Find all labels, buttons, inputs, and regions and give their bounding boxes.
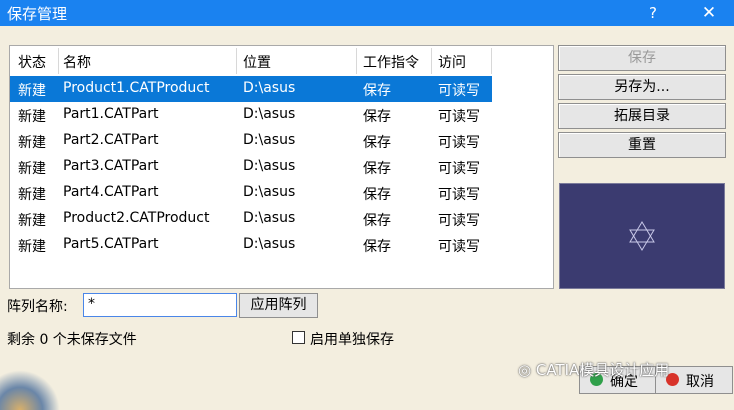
table-row[interactable]: 新建 Part5.CATPart D:\asus 保存 可读写 — [10, 232, 492, 258]
cell-status: 新建 — [18, 239, 46, 255]
cell-name: Product2.CATProduct — [63, 210, 210, 226]
cell-access: 可读写 — [438, 109, 480, 125]
axis-star-icon — [629, 221, 655, 251]
cell-status: 新建 — [18, 135, 46, 151]
table-row[interactable]: 新建 Part2.CATPart D:\asus 保存 可读写 — [10, 128, 492, 154]
wechat-icon: ◎ — [518, 361, 536, 379]
column-divider[interactable] — [491, 48, 492, 74]
cell-command: 保存 — [363, 109, 391, 125]
cell-name: Part1.CATPart — [63, 106, 159, 122]
header-access[interactable]: 访问 — [438, 52, 466, 72]
cancel-label: 取消 — [686, 374, 714, 390]
unsaved-count-text: 剩余 0 个未保存文件 — [7, 332, 137, 348]
standalone-save-label[interactable]: 启用单独保存 — [310, 329, 394, 349]
array-name-field[interactable] — [83, 293, 237, 317]
cell-name: Product1.CATProduct — [63, 80, 210, 96]
cell-access: 可读写 — [438, 213, 480, 229]
table-header: 状态 名称 位置 工作指令 访问 — [10, 48, 492, 74]
cell-location: D:\asus — [243, 80, 296, 96]
watermark-text: CATIA模具设计应用 — [535, 361, 670, 379]
cell-command: 保存 — [363, 83, 391, 99]
cell-location: D:\asus — [243, 184, 296, 200]
header-location[interactable]: 位置 — [243, 52, 271, 72]
cell-location: D:\asus — [243, 158, 296, 174]
cell-name: Part4.CATPart — [63, 184, 159, 200]
cell-status: 新建 — [18, 187, 46, 203]
header-name[interactable]: 名称 — [63, 52, 91, 72]
title-bar: 保存管理 ? ✕ — [0, 0, 734, 26]
cell-access: 可读写 — [438, 83, 480, 99]
column-divider[interactable] — [431, 48, 432, 74]
column-divider[interactable] — [356, 48, 357, 74]
watermark: ◎ CATIA模具设计应用 — [518, 359, 669, 380]
cell-status: 新建 — [18, 109, 46, 125]
cell-access: 可读写 — [438, 239, 480, 255]
header-command[interactable]: 工作指令 — [363, 52, 419, 72]
column-divider[interactable] — [236, 48, 237, 74]
cell-location: D:\asus — [243, 210, 296, 226]
cell-name: Part5.CATPart — [63, 236, 159, 252]
table-row[interactable]: 新建 Product2.CATProduct D:\asus 保存 可读写 — [10, 206, 492, 232]
save-as-button[interactable]: 另存为... — [558, 74, 726, 100]
cell-location: D:\asus — [243, 106, 296, 122]
table-row[interactable]: 新建 Part4.CATPart D:\asus 保存 可读写 — [10, 180, 492, 206]
cell-command: 保存 — [363, 161, 391, 177]
cell-status: 新建 — [18, 213, 46, 229]
preview-pane — [559, 183, 725, 289]
array-name-input[interactable] — [84, 294, 232, 314]
save-button[interactable]: 保存 — [558, 45, 726, 71]
cell-access: 可读写 — [438, 161, 480, 177]
cell-location: D:\asus — [243, 132, 296, 148]
window-title: 保存管理 — [7, 5, 68, 23]
table-row[interactable]: 新建 Part1.CATPart D:\asus 保存 可读写 — [10, 102, 492, 128]
expand-directory-button[interactable]: 拓展目录 — [558, 103, 726, 129]
standalone-save-checkbox[interactable] — [292, 331, 305, 344]
cell-status: 新建 — [18, 83, 46, 99]
cell-name: Part3.CATPart — [63, 158, 159, 174]
cell-access: 可读写 — [438, 135, 480, 151]
apply-array-button[interactable]: 应用阵列 — [239, 293, 318, 318]
array-name-label: 阵列名称: — [7, 299, 68, 315]
cell-access: 可读写 — [438, 187, 480, 203]
help-button[interactable]: ? — [642, 2, 664, 24]
header-status[interactable]: 状态 — [18, 52, 46, 72]
reset-button[interactable]: 重置 — [558, 132, 726, 158]
cell-status: 新建 — [18, 161, 46, 177]
cell-command: 保存 — [363, 213, 391, 229]
table-row[interactable]: 新建 Product1.CATProduct D:\asus 保存 可读写 — [10, 76, 492, 102]
file-list[interactable]: 状态 名称 位置 工作指令 访问 新建 Product1.CATProduct D:… — [9, 45, 554, 289]
cell-location: D:\asus — [243, 236, 296, 252]
cell-command: 保存 — [363, 239, 391, 255]
cell-command: 保存 — [363, 187, 391, 203]
background-decoration — [0, 370, 60, 410]
cell-name: Part2.CATPart — [63, 132, 159, 148]
close-button[interactable]: ✕ — [698, 2, 720, 24]
column-divider[interactable] — [58, 48, 59, 74]
table-row[interactable]: 新建 Part3.CATPart D:\asus 保存 可读写 — [10, 154, 492, 180]
cell-command: 保存 — [363, 135, 391, 151]
